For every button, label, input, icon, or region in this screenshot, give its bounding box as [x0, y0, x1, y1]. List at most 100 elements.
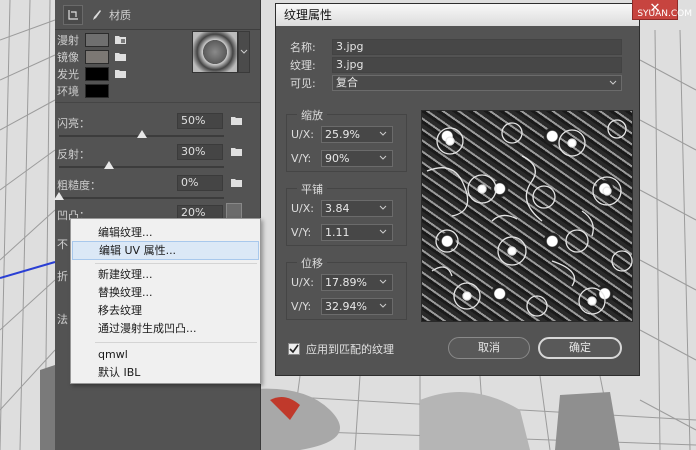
specular-color-swatch[interactable] — [85, 50, 109, 64]
dialog-title[interactable]: 纹理属性 — [276, 4, 639, 26]
tile-v-row: V/Y: 1.11 — [291, 223, 393, 241]
illumination-folder-icon[interactable] — [115, 69, 127, 79]
brush-icon[interactable] — [89, 8, 103, 22]
roughness-label: 粗糙度： — [57, 179, 101, 192]
scale-group-title: 缩放 — [297, 107, 327, 123]
floral-pattern — [426, 119, 633, 317]
apply-matching-label: 应用到匹配的纹理 — [306, 343, 394, 356]
tile-v-value: 1.11 — [325, 225, 350, 239]
ambient-row: 环境 — [55, 82, 109, 100]
cancel-button[interactable]: 取消 — [448, 337, 530, 359]
texture-properties-dialog: 纹理属性 名称: 3.jpg 纹理: 3.jpg 可见: 复合 缩放 U/X: … — [275, 3, 640, 376]
material-preview-thumbnail[interactable] — [192, 31, 238, 73]
texture-preview-image — [421, 110, 633, 322]
3d-mesh-tab[interactable] — [63, 4, 83, 25]
scale-v-label: V/Y: — [291, 151, 312, 165]
menu-separator — [95, 342, 257, 343]
scale-u-input[interactable]: 25.9% — [321, 125, 393, 143]
chevron-down-icon[interactable] — [377, 276, 389, 288]
offset-u-label: U/X: — [291, 275, 314, 289]
offset-v-value: 32.94% — [325, 299, 367, 313]
roughness-value[interactable]: 0% — [177, 175, 223, 191]
chevron-down-icon[interactable] — [377, 152, 389, 164]
menu-item-replace-texture[interactable]: 替换纹理... — [72, 283, 259, 302]
clipped-label-1: 不 — [57, 238, 68, 251]
shine-slider-thumb[interactable] — [136, 130, 147, 138]
tile-u-input[interactable]: 3.84 — [321, 199, 393, 217]
menu-separator — [95, 263, 257, 264]
apply-matching-row: 应用到匹配的纹理 — [288, 341, 394, 357]
chevron-down-icon[interactable] — [377, 202, 389, 214]
illumination-label: 发光 — [57, 68, 79, 81]
tile-u-value: 3.84 — [325, 201, 350, 215]
name-row: 名称: 3.jpg — [290, 39, 622, 55]
texture-label: 纹理: — [290, 59, 316, 72]
tile-u-label: U/X: — [291, 201, 314, 215]
checkmark-icon — [289, 344, 299, 354]
scale-u-value: 25.9% — [325, 127, 360, 141]
reflection-slider-track[interactable] — [59, 166, 224, 168]
scale-v-row: V/Y: 90% — [291, 149, 393, 167]
name-field[interactable]: 3.jpg — [332, 39, 622, 55]
roughness-folder-icon[interactable] — [231, 178, 243, 188]
properties-header: 材质 — [55, 0, 260, 30]
menu-item-new-texture[interactable]: 新建纹理... — [72, 265, 259, 284]
scale-v-input[interactable]: 90% — [321, 149, 393, 167]
chevron-down-icon — [609, 80, 617, 85]
offset-v-label: V/Y: — [291, 299, 312, 313]
apply-matching-checkbox[interactable] — [288, 343, 300, 355]
diffuse-texture-icon[interactable] — [115, 35, 127, 45]
bump-texture-button[interactable] — [226, 203, 242, 219]
reflection-slider-thumb[interactable] — [103, 161, 114, 169]
materials-tab-label[interactable]: 材质 — [109, 7, 131, 23]
diffuse-color-swatch[interactable] — [85, 33, 109, 47]
menu-item-qmwl[interactable]: qmwl — [72, 345, 259, 364]
specular-label: 镜像 — [57, 51, 79, 64]
roughness-slider-thumb[interactable] — [54, 192, 64, 200]
offset-v-row: V/Y: 32.94% — [291, 297, 393, 315]
menu-item-generate-bump[interactable]: 通过漫射生成凹凸... — [72, 319, 259, 338]
texture-row: 纹理: 3.jpg — [290, 57, 622, 73]
scale-u-row: U/X: 25.9% — [291, 125, 393, 143]
ambient-color-swatch[interactable] — [85, 84, 109, 98]
reflection-label: 反射： — [57, 148, 90, 161]
chevron-down-icon[interactable] — [377, 128, 389, 140]
menu-item-edit-uv[interactable]: 编辑 UV 属性... — [72, 241, 259, 260]
menu-item-default-ibl[interactable]: 默认 IBL — [72, 363, 259, 382]
menu-item-edit-texture[interactable]: 编辑纹理... — [72, 223, 259, 242]
visible-row: 可见: 复合 — [290, 75, 622, 91]
shine-value[interactable]: 50% — [177, 113, 223, 129]
chevron-down-icon[interactable] — [377, 226, 389, 238]
illumination-row: 发光 — [55, 65, 127, 83]
visible-select-value: 复合 — [336, 76, 358, 89]
offset-group: 位移 U/X: 17.89% V/Y: 32.94% — [286, 255, 407, 320]
offset-group-title: 位移 — [297, 255, 327, 271]
offset-u-input[interactable]: 17.89% — [321, 273, 393, 291]
name-label: 名称: — [290, 41, 316, 54]
menu-item-remove-texture[interactable]: 移去纹理 — [72, 301, 259, 320]
reflection-value[interactable]: 30% — [177, 144, 223, 160]
visible-select[interactable]: 复合 — [332, 75, 622, 91]
offset-v-input[interactable]: 32.94% — [321, 297, 393, 315]
material-picker-dropdown[interactable] — [238, 31, 250, 73]
tile-group: 平铺 U/X: 3.84 V/Y: 1.11 — [286, 181, 407, 246]
tile-u-row: U/X: 3.84 — [291, 199, 393, 217]
chevron-down-icon — [240, 49, 248, 54]
texture-field: 3.jpg — [332, 57, 622, 73]
tile-group-title: 平铺 — [297, 181, 327, 197]
scale-v-value: 90% — [325, 151, 350, 165]
specular-folder-icon[interactable] — [115, 52, 127, 62]
visible-label: 可见: — [290, 77, 316, 90]
diffuse-row: 漫射 — [55, 31, 127, 49]
texture-context-menu: 编辑纹理... 编辑 UV 属性... 新建纹理... 替换纹理... 移去纹理… — [70, 218, 261, 384]
shine-label: 闪亮： — [57, 117, 90, 130]
clipped-label-2: 折 — [57, 270, 68, 283]
illumination-color-swatch[interactable] — [85, 67, 109, 81]
tile-v-input[interactable]: 1.11 — [321, 223, 393, 241]
shine-folder-icon[interactable] — [231, 116, 243, 126]
ok-button[interactable]: 确定 — [538, 337, 622, 359]
reflection-folder-icon[interactable] — [231, 147, 243, 157]
chevron-down-icon[interactable] — [377, 300, 389, 312]
dialog-body: 名称: 3.jpg 纹理: 3.jpg 可见: 复合 缩放 U/X: 25.9%… — [276, 26, 639, 375]
roughness-slider-track[interactable] — [59, 197, 224, 199]
